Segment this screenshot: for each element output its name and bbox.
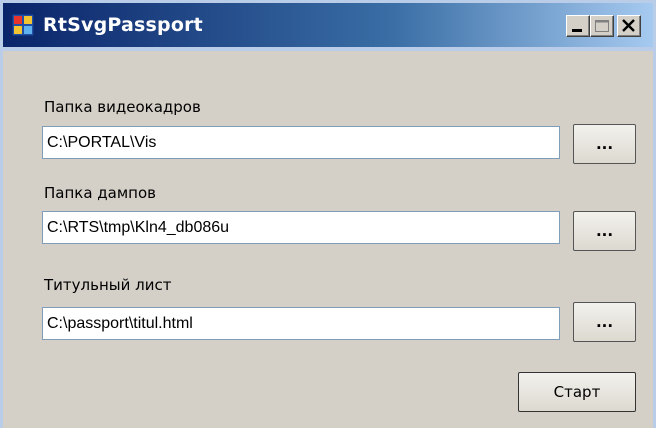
maximize-button[interactable] [590, 15, 614, 37]
dumps-folder-input[interactable] [42, 211, 560, 244]
video-frames-folder-label: Папка видеокадров [44, 98, 201, 116]
window-title: RtSvgPassport [43, 14, 203, 36]
start-button[interactable]: Старт [518, 372, 636, 412]
app-window-icon [11, 13, 35, 37]
app-window: RtSvgPassport Папка видеокадров ... Папк… [0, 0, 656, 428]
video-frames-folder-input[interactable] [42, 126, 560, 159]
title-page-label: Титульный лист [44, 276, 172, 294]
title-page-browse-button[interactable]: ... [573, 302, 636, 342]
minimize-button[interactable] [566, 15, 590, 37]
dumps-browse-button[interactable]: ... [573, 211, 636, 251]
close-icon [622, 19, 635, 32]
minimize-icon [572, 29, 582, 32]
title-page-input[interactable] [42, 307, 560, 340]
title-bar[interactable]: RtSvgPassport [3, 3, 653, 51]
maximize-icon [595, 20, 609, 32]
video-frames-browse-button[interactable]: ... [573, 124, 636, 164]
dumps-folder-label: Папка дампов [44, 184, 157, 202]
close-button[interactable] [617, 15, 641, 37]
